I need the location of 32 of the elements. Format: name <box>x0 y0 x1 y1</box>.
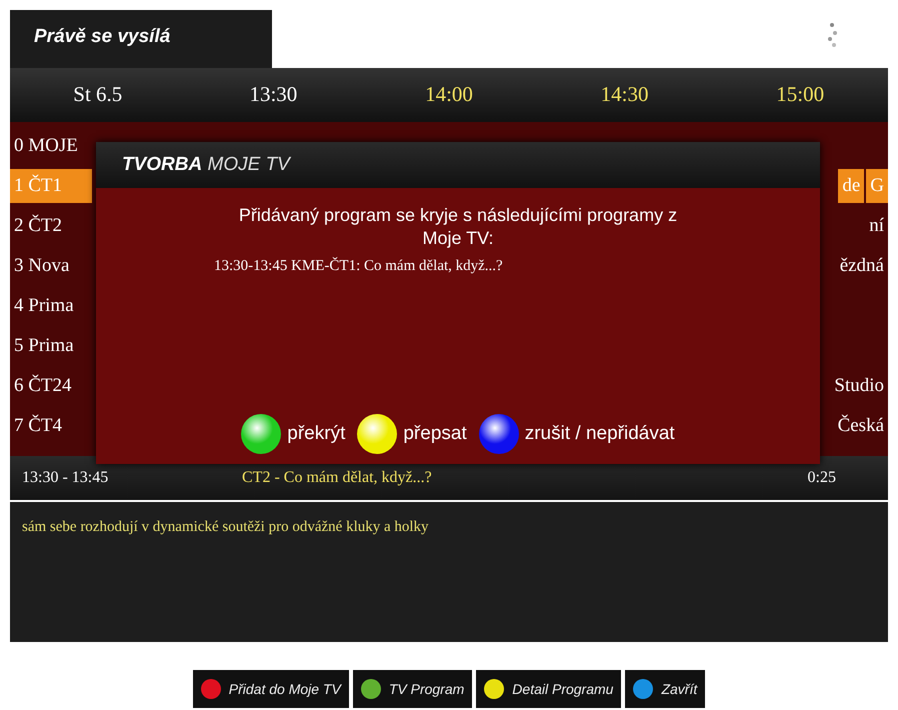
program-title: CT2 - Co mám dělat, když...? <box>242 468 433 488</box>
time-label: 13:30 <box>248 81 298 108</box>
footer-button[interactable]: Přidat do Moje TV <box>192 670 349 708</box>
program-duration: 0:25 <box>808 468 836 488</box>
channel-name[interactable]: 6 ČT24 <box>10 369 92 403</box>
now-airing-tab[interactable]: Právě se vysílá <box>10 10 272 68</box>
program-cell[interactable]: Studio <box>830 369 888 403</box>
conflict-text: 13:30-13:45 KME-ČT1: Co mám dělat, když...? <box>214 258 503 274</box>
channel-name[interactable]: 4 Prima <box>10 289 92 323</box>
program-time: 13:30 - 13:45 <box>22 468 110 488</box>
footer-button[interactable]: TV Program <box>352 670 472 708</box>
program-cell[interactable]: Česká <box>834 409 888 443</box>
time-label: 15:00 <box>775 81 826 108</box>
time-label: 14:30 <box>600 81 650 108</box>
channel-name[interactable]: 5 Prima <box>10 329 92 363</box>
time-label: 14:00 <box>424 81 474 108</box>
footer-button[interactable]: Detail Programu <box>476 670 622 708</box>
channel-name[interactable]: 7 ČT4 <box>10 409 92 443</box>
footer-button[interactable]: Zavřít <box>625 670 706 708</box>
program-description: sám sebe rozhodují v dynamické soutěži pro odvážné kluky a holky <box>22 519 429 535</box>
program-cell[interactable]: ězdná <box>836 249 888 283</box>
channel-name[interactable]: 2 ČT2 <box>10 209 92 243</box>
channel-name[interactable]: 3 Nova <box>10 249 92 283</box>
dialog-title: TVORBA MOJE TV <box>96 142 820 188</box>
channel-name[interactable]: 0 MOJE <box>10 129 92 163</box>
dialog-message: Přidávaný program se kryje s následujícími programy z Moje TV: <box>238 204 678 250</box>
program-cell[interactable]: ní <box>865 209 888 243</box>
date-label: St 6.5 <box>72 81 124 108</box>
option-button[interactable]: překrýt <box>241 414 346 454</box>
option-button[interactable]: zrušit / nepřidávat <box>478 414 675 454</box>
option-button[interactable]: přepsat <box>357 414 467 454</box>
loading-icon <box>826 22 838 48</box>
